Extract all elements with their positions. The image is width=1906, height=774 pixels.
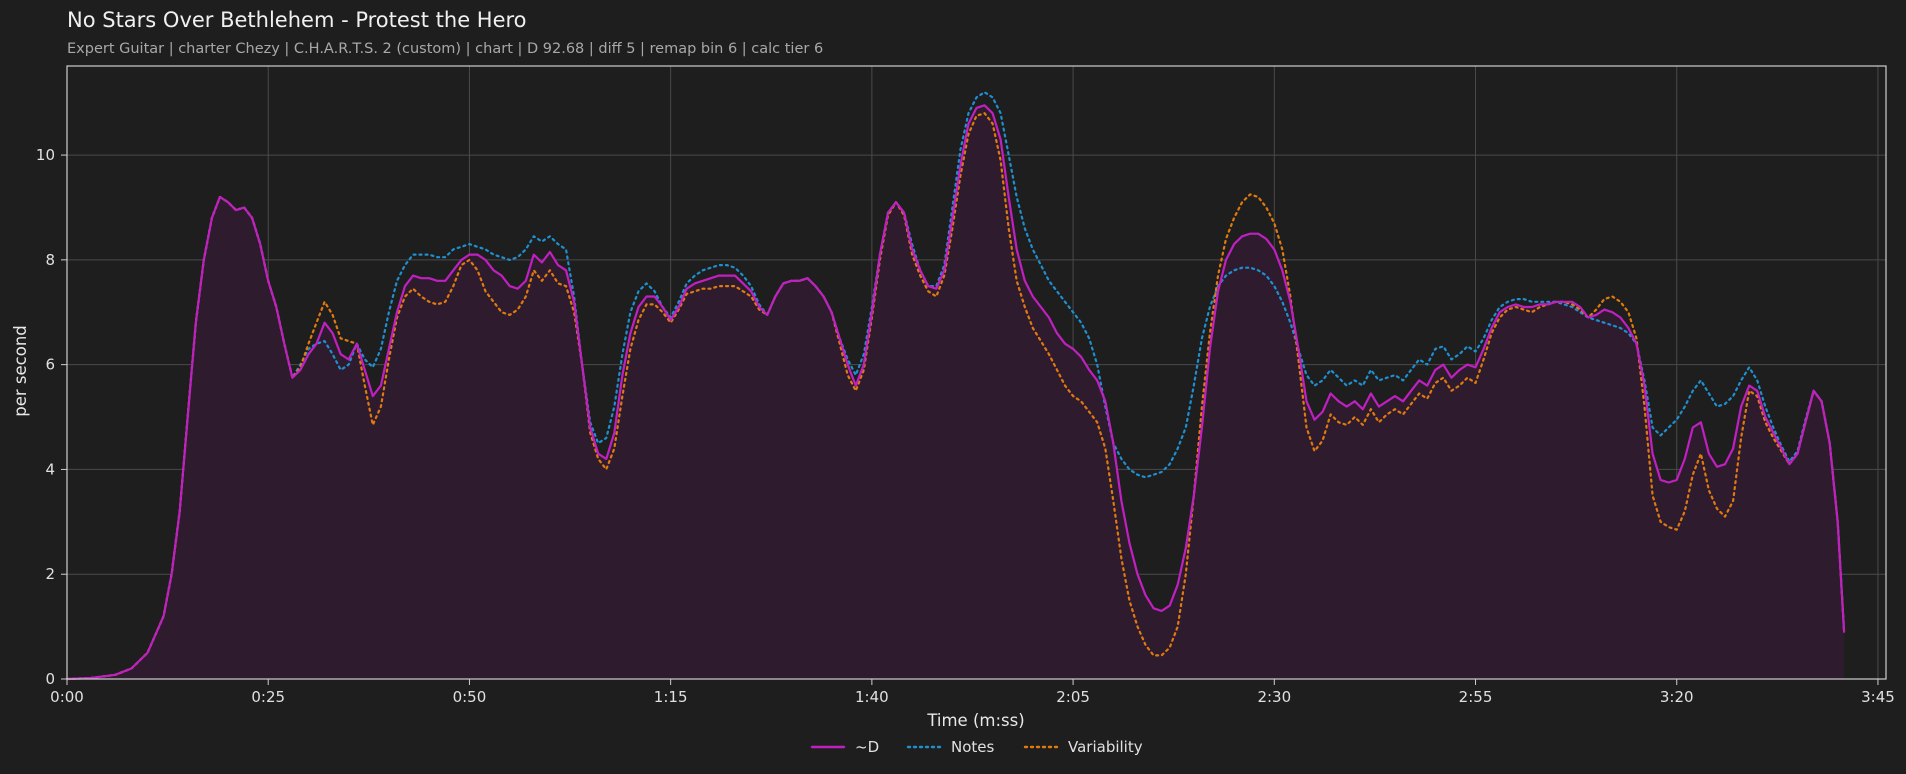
- x-tick-label: 0:00: [50, 688, 84, 706]
- x-tick-label: 0:50: [453, 688, 487, 706]
- x-axis-label: Time (m:ss): [926, 711, 1024, 730]
- x-tick-label: 1:15: [654, 688, 688, 706]
- chart-figure: No Stars Over Bethlehem - Protest the He…: [0, 0, 1906, 774]
- y-tick-label: 0: [45, 670, 55, 688]
- y-tick-label: 2: [45, 565, 55, 583]
- x-tick-label: 2:30: [1257, 688, 1291, 706]
- x-tick-label: 0:25: [251, 688, 285, 706]
- y-axis-label: per second: [11, 325, 30, 417]
- y-tick-label: 4: [45, 460, 55, 478]
- chart-plot: 0:00 0:25 0:50 1:15 1:40 2:05 2:30 2:55 3:20 3:45…: [11, 65, 1895, 756]
- x-tick-label: 1:40: [855, 688, 889, 706]
- x-tick-label: 3:45: [1861, 688, 1895, 706]
- legend-label: Variability: [1068, 738, 1143, 756]
- x-tick-label: 3:20: [1660, 688, 1694, 706]
- y-tick-label: 8: [45, 251, 55, 269]
- legend-label: ~D: [855, 738, 879, 756]
- y-tick-label: 6: [45, 356, 55, 374]
- y-tick-label: 10: [36, 146, 55, 164]
- legend-label: Notes: [951, 738, 995, 756]
- legend: ~D Notes Variability: [810, 738, 1143, 756]
- x-tick-label: 2:05: [1056, 688, 1090, 706]
- x-tick-label: 2:55: [1459, 688, 1493, 706]
